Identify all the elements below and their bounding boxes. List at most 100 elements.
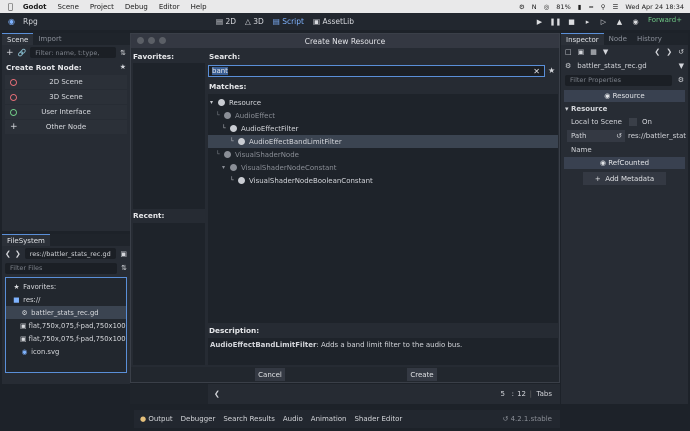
- inspector-filter-input[interactable]: Filter Properties: [565, 74, 672, 86]
- search-icon[interactable]: ⚲: [601, 3, 606, 11]
- root-3d-scene-button[interactable]: 3D Scene: [5, 90, 127, 104]
- apple-icon[interactable]: : [8, 2, 13, 11]
- recent-list[interactable]: [133, 223, 205, 365]
- tab-debugger[interactable]: Debugger: [181, 415, 216, 423]
- menu-editor[interactable]: Editor: [159, 3, 180, 11]
- history-icon[interactable]: ↺: [502, 415, 508, 423]
- object-menu-icon[interactable]: ▼: [679, 62, 684, 70]
- tab-scene[interactable]: Scene: [2, 33, 34, 45]
- history-icon[interactable]: ↺: [678, 48, 684, 56]
- close-window-icon[interactable]: [137, 37, 144, 44]
- status-icon[interactable]: N: [532, 3, 537, 11]
- clear-icon[interactable]: ✕: [533, 67, 540, 76]
- local-to-scene-checkbox[interactable]: [629, 118, 637, 126]
- favorite-star-icon[interactable]: ★: [548, 66, 555, 75]
- zoom-window-icon[interactable]: [159, 37, 166, 44]
- status-icon[interactable]: ⚙: [519, 3, 525, 11]
- create-button[interactable]: Create: [407, 368, 437, 381]
- fs-file-image-2[interactable]: ▣ flat,750x,075,f-pad,750x100...: [6, 332, 126, 345]
- menu-help[interactable]: Help: [191, 3, 207, 11]
- favorites-list[interactable]: [133, 63, 205, 209]
- root-other-node-button[interactable]: + Other Node: [5, 120, 127, 134]
- fs-file-battler[interactable]: ⚙ battler_stats_rec.gd: [6, 306, 126, 319]
- indent-mode[interactable]: Tabs: [537, 390, 553, 398]
- cancel-button[interactable]: Cancel: [255, 368, 285, 381]
- gear-icon: ⚙: [21, 308, 28, 317]
- fs-path-input[interactable]: res://battler_stats_rec.gd: [24, 248, 117, 259]
- minimize-window-icon[interactable]: [148, 37, 155, 44]
- tab-filesystem[interactable]: FileSystem: [2, 234, 50, 246]
- filter-icon[interactable]: ⇅: [120, 49, 126, 57]
- status-icon[interactable]: ◎: [544, 3, 550, 11]
- tree-item-audioeffectbandlimitfilter[interactable]: └ AudioEffectBandLimitFilter: [208, 135, 558, 148]
- battery-icon[interactable]: ▮: [578, 3, 582, 11]
- inspector-object-row: ⚙ battler_stats_rec.gd ▼: [561, 59, 688, 73]
- search-input[interactable]: bant ✕: [208, 65, 545, 77]
- star-icon[interactable]: ★: [120, 63, 126, 71]
- root-2d-scene-button[interactable]: 2D Scene: [5, 75, 127, 89]
- tree-item-resource[interactable]: ▾ Resource: [208, 96, 558, 109]
- tab-assetlib[interactable]: ▣ AssetLib: [313, 17, 354, 26]
- new-resource-icon[interactable]: □: [565, 48, 572, 56]
- inspected-file[interactable]: battler_stats_rec.gd: [577, 62, 646, 70]
- tab-output[interactable]: ● Output: [140, 415, 173, 423]
- root-ui-button[interactable]: User Interface: [5, 105, 127, 119]
- tree-item-audioeffect[interactable]: └ AudioEffect: [208, 109, 558, 122]
- scene-filter-input[interactable]: Filter: name, t:type,: [30, 47, 117, 58]
- resource-section[interactable]: ▾ Resource: [561, 102, 688, 115]
- wifi-icon[interactable]: ≈: [588, 3, 593, 11]
- play-scene-icon[interactable]: ▷: [596, 14, 611, 29]
- settings-icon[interactable]: ⚙: [678, 76, 684, 84]
- tab-inspector[interactable]: Inspector: [561, 33, 604, 45]
- back-icon[interactable]: ❮: [654, 48, 660, 56]
- link-icon[interactable]: 🔗: [18, 49, 27, 57]
- tab-import[interactable]: Import: [33, 33, 66, 45]
- forward-icon[interactable]: ❯: [666, 48, 672, 56]
- fs-file-icon-svg[interactable]: ◉ icon.svg: [6, 345, 126, 358]
- remote-debug-icon[interactable]: ▸: [580, 14, 595, 29]
- tab-2d[interactable]: ▤ 2D: [216, 17, 236, 26]
- tree-item-visualshadernodeconstant[interactable]: ▾ VisualShaderNodeConstant: [208, 161, 558, 174]
- tab-shader-editor[interactable]: Shader Editor: [354, 415, 402, 423]
- path-value[interactable]: res://battler_stat: [628, 132, 686, 140]
- app-menu[interactable]: Godot: [23, 3, 47, 11]
- tab-history[interactable]: History: [632, 33, 667, 45]
- tab-script[interactable]: ▤ Script: [273, 17, 304, 26]
- collapse-icon[interactable]: ❮: [214, 390, 220, 398]
- tab-search-results[interactable]: Search Results: [223, 415, 275, 423]
- chevron-down-icon[interactable]: ▾: [222, 164, 230, 171]
- menu-project[interactable]: Project: [90, 3, 114, 11]
- stop-icon[interactable]: ■: [564, 14, 579, 29]
- forward-icon[interactable]: ❯: [15, 250, 21, 258]
- tab-node[interactable]: Node: [604, 33, 632, 45]
- sort-icon[interactable]: ⇅: [121, 264, 127, 272]
- tree-item-visualshadernode[interactable]: └ VisualShaderNode: [208, 148, 558, 161]
- tree-item-visualshadernodebooleanconstant[interactable]: └ VisualShaderNodeBooleanConstant: [208, 174, 558, 187]
- control-center-icon[interactable]: ☰: [613, 3, 619, 11]
- save-icon[interactable]: ▦: [590, 48, 597, 56]
- tab-audio[interactable]: Audio: [283, 415, 303, 423]
- movie-icon[interactable]: ◉: [628, 14, 643, 29]
- tree-item-audioeffectfilter[interactable]: └ AudioEffectFilter: [208, 122, 558, 135]
- fs-file-image-1[interactable]: ▣ flat,750x,075,f-pad,750x100...: [6, 319, 126, 332]
- play-custom-icon[interactable]: ▲: [612, 14, 627, 29]
- resource-menu-icon[interactable]: ▼: [603, 48, 608, 56]
- play-icon[interactable]: ▶: [532, 14, 547, 29]
- add-metadata-button[interactable]: + Add Metadata: [583, 172, 666, 185]
- tab-3d[interactable]: △ 3D: [245, 17, 264, 26]
- pause-icon[interactable]: ❚❚: [548, 14, 563, 29]
- open-icon[interactable]: ▣: [578, 48, 585, 56]
- add-node-icon[interactable]: +: [6, 48, 14, 58]
- split-icon[interactable]: ▣: [120, 250, 127, 258]
- chevron-down-icon[interactable]: ▾: [210, 99, 218, 106]
- fs-res-folder[interactable]: ■ res://: [6, 293, 126, 306]
- tab-animation[interactable]: Animation: [311, 415, 347, 423]
- fs-filter-input[interactable]: Filter Files: [5, 262, 118, 274]
- menu-debug[interactable]: Debug: [125, 3, 148, 11]
- renderer-select[interactable]: Forward+: [648, 16, 682, 24]
- back-icon[interactable]: ❮: [5, 250, 11, 258]
- revert-icon[interactable]: ↺: [616, 132, 622, 140]
- menu-scene[interactable]: Scene: [58, 3, 79, 11]
- scene-dock: Scene Import + 🔗 Filter: name, t:type, ⇅…: [2, 33, 130, 231]
- fs-favorites[interactable]: ★ Favorites:: [6, 280, 126, 293]
